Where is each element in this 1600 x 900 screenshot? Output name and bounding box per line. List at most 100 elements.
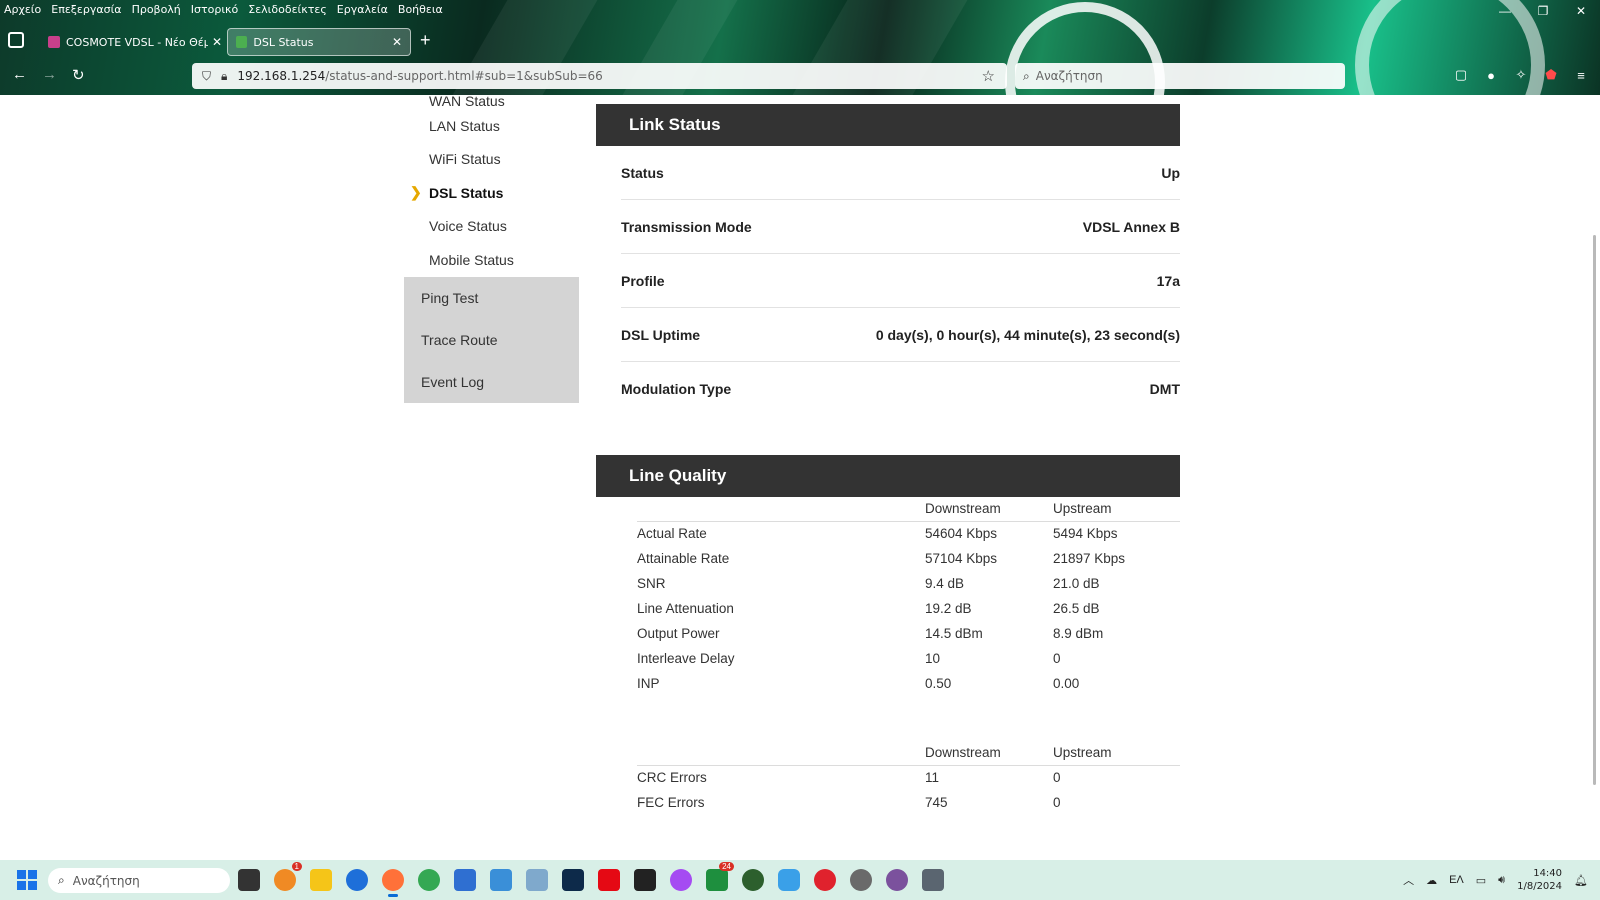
- tab-list-icon[interactable]: [8, 32, 24, 48]
- sidebar-item-voice-status[interactable]: Voice Status: [404, 210, 579, 244]
- network-icon[interactable]: ▭: [1476, 874, 1486, 887]
- remote-desktop-icon[interactable]: [526, 869, 548, 891]
- downstream-value: 11: [925, 770, 940, 786]
- menu-file[interactable]: Αρχείο: [4, 3, 41, 16]
- new-tab-icon[interactable]: +: [420, 30, 431, 51]
- close-tab-icon[interactable]: ✕: [212, 35, 222, 49]
- chevron-up-icon[interactable]: ︿: [1403, 872, 1414, 888]
- clock-date: 1/8/2024: [1517, 881, 1563, 892]
- photos-icon[interactable]: [490, 869, 512, 891]
- notification-bell-icon[interactable]: 🔔︎: [1574, 874, 1588, 887]
- row-key: Profile: [621, 272, 665, 289]
- table-row: Attainable Rate 57104 Kbps 21897 Kbps: [637, 546, 1180, 571]
- upstream-value: 0: [1053, 770, 1061, 786]
- viber-icon[interactable]: [886, 869, 908, 891]
- sidebar-item-label: Voice Status: [429, 218, 507, 235]
- link-status-row: Modulation Type DMT: [621, 362, 1180, 416]
- language-indicator[interactable]: ΕΛ: [1449, 874, 1464, 886]
- menu-tools[interactable]: Εργαλεία: [337, 3, 388, 16]
- downstream-value: 57104 Kbps: [925, 551, 998, 566]
- sidebar-item-ping-test[interactable]: Ping Test: [404, 277, 579, 319]
- settings-icon[interactable]: [850, 869, 872, 891]
- power-app-icon[interactable]: [814, 869, 836, 891]
- toolbar-icons: ▢ ● ✧ ⬟ ≡: [1452, 66, 1590, 84]
- navigation-toolbar: ← → ↻ ⛉ 🔒︎ 192.168.1.254/status-and-supp…: [0, 62, 1600, 92]
- tab-title: DSL Status: [253, 35, 314, 49]
- disney-plus-icon[interactable]: [562, 869, 584, 891]
- messenger-icon[interactable]: [670, 869, 692, 891]
- menu-bookmarks[interactable]: Σελιδοδείκτες: [248, 3, 327, 16]
- sidebar-item-dsl-status[interactable]: ❯ DSL Status: [404, 176, 579, 210]
- clock[interactable]: 14:40 1/8/2024: [1517, 867, 1562, 893]
- bookmark-star-icon[interactable]: ☆: [982, 67, 995, 85]
- pocket-icon[interactable]: ▢: [1452, 66, 1470, 84]
- onedrive-icon[interactable]: ☁: [1426, 874, 1437, 887]
- forward-icon[interactable]: →: [42, 66, 57, 83]
- sidebar-item-lan-status[interactable]: LAN Status: [404, 109, 579, 143]
- search-bar[interactable]: ⌕ Αναζήτηση: [1015, 63, 1345, 89]
- store-icon[interactable]: [454, 869, 476, 891]
- menu-view[interactable]: Προβολή: [132, 3, 181, 16]
- row-label: CRC Errors: [637, 770, 707, 786]
- address-bar[interactable]: ⛉ 🔒︎ 192.168.1.254/status-and-support.ht…: [192, 63, 1007, 89]
- menu-help[interactable]: Βοήθεια: [398, 3, 443, 16]
- sidebar-item-wan-status[interactable]: WAN Status: [404, 95, 579, 109]
- shield-icon[interactable]: ⛉: [202, 69, 211, 84]
- browser-chrome: Αρχείο Επεξεργασία Προβολή Ιστορικό Σελι…: [0, 0, 1600, 95]
- reload-icon[interactable]: ↻: [72, 66, 85, 84]
- excel-icon[interactable]: 24: [706, 862, 734, 891]
- maximize-icon[interactable]: ❐: [1524, 0, 1562, 22]
- link-status-row: Transmission Mode VDSL Annex B: [621, 200, 1180, 254]
- sidebar-item-trace-route[interactable]: Trace Route: [404, 319, 579, 361]
- close-tab-icon[interactable]: ✕: [392, 35, 402, 49]
- taskbar-search-placeholder: Αναζήτηση: [72, 873, 140, 888]
- volume-icon[interactable]: 🔊︎: [1498, 874, 1505, 887]
- defender-icon[interactable]: [778, 869, 800, 891]
- globe-app-icon[interactable]: [742, 869, 764, 891]
- sidebar-item-mobile-status[interactable]: Mobile Status: [404, 243, 579, 277]
- close-window-icon[interactable]: ✕: [1562, 0, 1600, 22]
- calculator-icon[interactable]: [922, 869, 944, 891]
- row-label: Output Power: [637, 626, 720, 641]
- row-key: Transmission Mode: [621, 218, 752, 235]
- netflix-icon[interactable]: [598, 869, 620, 891]
- menu-history[interactable]: Ιστορικό: [191, 3, 239, 16]
- row-value: 17a: [1156, 272, 1180, 289]
- upstream-value: 0.00: [1053, 676, 1080, 691]
- firefox-alt-icon[interactable]: 1: [274, 862, 302, 891]
- url-text[interactable]: 192.168.1.254/status-and-support.html#su…: [237, 69, 602, 83]
- chrome-icon[interactable]: [418, 869, 440, 891]
- status-sidebar: WAN Status LAN Status WiFi Status ❯ DSL S…: [404, 95, 579, 403]
- downstream-value: 54604 Kbps: [925, 526, 998, 542]
- errors-table: Downstream Upstream CRC Errors 11 0 FEC Er…: [637, 741, 1180, 815]
- upstream-value: 21897 Kbps: [1053, 551, 1126, 566]
- downstream-value: 19.2 dB: [925, 601, 972, 616]
- sidebar-item-event-log[interactable]: Event Log: [404, 361, 579, 403]
- sticky-notes-icon[interactable]: [634, 869, 656, 891]
- hamburger-menu-icon[interactable]: ≡: [1572, 66, 1590, 84]
- extensions-icon[interactable]: ✧: [1512, 66, 1530, 84]
- taskbar-search[interactable]: ⌕ Αναζήτηση: [48, 868, 230, 893]
- menu-edit[interactable]: Επεξεργασία: [51, 3, 121, 16]
- tab-cosmote[interactable]: COSMOTE VDSL - Νέο Θέμα ✕: [40, 28, 230, 56]
- minimize-icon[interactable]: —: [1486, 0, 1524, 22]
- upstream-value: 5494 Kbps: [1053, 526, 1118, 542]
- page-scrollbar[interactable]: [1593, 235, 1596, 785]
- row-value: VDSL Annex B: [1082, 218, 1180, 235]
- browser-icon[interactable]: [346, 869, 368, 891]
- sidebar-main-group: Ping Test Trace Route Event Log: [404, 276, 579, 403]
- window-controls: — ❐ ✕: [1486, 0, 1600, 22]
- ublock-icon[interactable]: ⬟: [1542, 66, 1560, 84]
- row-label: FEC Errors: [637, 795, 705, 810]
- windows-start-icon[interactable]: [17, 870, 37, 890]
- lock-icon[interactable]: 🔒︎: [221, 69, 227, 84]
- file-explorer-icon[interactable]: [310, 869, 332, 891]
- firefox-icon[interactable]: [382, 869, 404, 897]
- account-icon[interactable]: ●: [1482, 66, 1500, 84]
- sidebar-item-label: WiFi Status: [429, 151, 501, 168]
- task-view-icon[interactable]: [238, 869, 260, 891]
- sidebar-item-wifi-status[interactable]: WiFi Status: [404, 143, 579, 177]
- search-placeholder: Αναζήτηση: [1035, 69, 1103, 83]
- back-icon[interactable]: ←: [12, 66, 27, 83]
- tab-dsl-status[interactable]: DSL Status ✕: [227, 28, 411, 56]
